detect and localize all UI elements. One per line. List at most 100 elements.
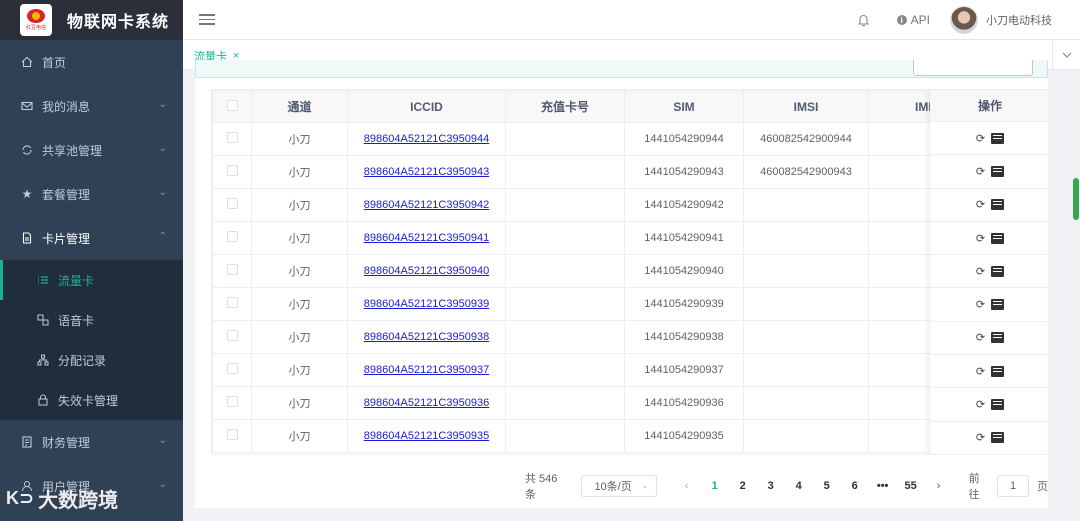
refresh-icon[interactable]: ⟳ — [976, 198, 985, 211]
column-header-actions: 操作 — [930, 90, 1048, 122]
cell-channel: 小刀 — [251, 221, 348, 255]
scrollbar-thumb[interactable] — [1073, 178, 1079, 220]
row-checkbox-cell[interactable] — [212, 122, 252, 156]
goto-suffix: 页 — [1037, 481, 1048, 493]
api-link[interactable]: i API — [896, 13, 930, 27]
sidebar-subitem-label: 流量卡 — [58, 273, 95, 288]
sidebar-subitem-allocation-records[interactable]: 分配记录 — [0, 340, 183, 380]
sim-card-icon[interactable] — [991, 199, 1005, 211]
page-number-button[interactable]: 4 — [785, 480, 813, 492]
sim-card-icon[interactable] — [991, 132, 1005, 144]
page-number-button[interactable]: 2 — [729, 480, 757, 492]
sidebar-item-finance[interactable]: 财务管理 ⌄ — [0, 420, 183, 464]
cell-channel: 小刀 — [251, 320, 348, 354]
sidebar-item-home[interactable]: 首页 — [0, 40, 183, 84]
cell-recharge-card — [505, 155, 625, 189]
bell-icon[interactable] — [849, 13, 879, 27]
sidebar-item-shared-pool[interactable]: 共享池管理 ⌄ — [0, 128, 183, 172]
hamburger-menu-icon[interactable] — [199, 14, 215, 25]
page-number-button[interactable]: 55 — [897, 480, 925, 492]
actions-cell: ⟳ — [930, 355, 1048, 389]
sidebar-subitem-voice-card[interactable]: 语音卡 — [0, 300, 183, 340]
sim-card-icon[interactable] — [991, 265, 1005, 277]
row-checkbox[interactable] — [226, 429, 238, 440]
row-checkbox[interactable] — [226, 264, 238, 275]
sim-card-icon[interactable] — [991, 299, 1005, 311]
page-number-button[interactable]: 1 — [701, 480, 729, 492]
iccid-link[interactable]: 898604A52121C3950944 — [364, 133, 489, 145]
sidebar-item-messages[interactable]: 我的消息 ⌄ — [0, 84, 183, 128]
row-checkbox[interactable] — [226, 396, 238, 407]
row-checkbox-cell[interactable] — [212, 419, 252, 453]
refresh-icon[interactable]: ⟳ — [976, 431, 985, 444]
iccid-link[interactable]: 898604A52121C3950936 — [364, 397, 489, 409]
sidebar-subitem-traffic-card[interactable]: 流量卡 — [0, 260, 183, 300]
sim-card-icon[interactable] — [991, 165, 1005, 177]
page-size-select[interactable]: 10条/页 ⌄ — [581, 475, 657, 497]
row-checkbox-cell[interactable] — [212, 155, 252, 189]
page-number-button[interactable]: 5 — [813, 480, 841, 492]
iccid-link[interactable]: 898604A52121C3950939 — [364, 298, 489, 310]
iccid-link[interactable]: 898604A52121C3950943 — [364, 166, 489, 178]
info-icon: i — [896, 15, 907, 25]
sidebar-subitem-invalid-cards[interactable]: 失效卡管理 — [0, 380, 183, 420]
sim-card-icon[interactable] — [991, 332, 1005, 344]
prev-page-button[interactable]: ‹ — [673, 480, 701, 492]
cell-iccid: 898604A52121C3950938 — [347, 320, 506, 354]
iccid-link[interactable]: 898604A52121C3950941 — [364, 232, 489, 244]
actions-cell: ⟳ — [930, 222, 1048, 256]
iccid-link[interactable]: 898604A52121C3950938 — [364, 331, 489, 343]
sim-card-icon[interactable] — [991, 365, 1005, 377]
cell-sim: 1441054290937 — [624, 353, 744, 387]
select-all-checkbox-cell[interactable] — [212, 90, 252, 123]
iccid-link[interactable]: 898604A52121C3950937 — [364, 364, 489, 376]
row-checkbox-cell[interactable] — [212, 353, 252, 387]
row-checkbox[interactable] — [226, 231, 238, 242]
row-checkbox-cell[interactable] — [212, 221, 252, 255]
refresh-icon[interactable]: ⟳ — [976, 298, 985, 311]
search-input[interactable] — [913, 60, 1033, 76]
page-number-button[interactable]: 6 — [841, 480, 869, 492]
row-checkbox[interactable] — [226, 132, 238, 143]
iccid-link[interactable]: 898604A52121C3950940 — [364, 265, 489, 277]
row-checkbox[interactable] — [226, 297, 238, 308]
sim-card-icon[interactable] — [991, 232, 1005, 244]
cell-channel: 小刀 — [251, 155, 348, 189]
sidebar-item-card-management[interactable]: 卡片管理 ⌃ — [0, 216, 183, 260]
watermark-text: 大数跨境 — [38, 490, 119, 512]
row-checkbox-cell[interactable] — [212, 386, 252, 420]
page-size-value: 10条/页 — [594, 481, 632, 493]
pagination: 共 546 条 10条/页 ⌄ ‹ 1 2 3 4 5 6 ••• 55 › 前往 1 页 — [525, 470, 1048, 502]
goto-prefix: 前往 — [968, 473, 980, 501]
row-checkbox-cell[interactable] — [212, 254, 252, 288]
row-checkbox[interactable] — [226, 165, 238, 176]
refresh-icon[interactable]: ⟳ — [976, 232, 985, 245]
row-checkbox[interactable] — [226, 198, 238, 209]
chevron-down-icon[interactable] — [1052, 40, 1080, 70]
username[interactable]: 小刀电动科技 — [986, 12, 1052, 28]
next-page-button[interactable]: › — [925, 480, 953, 492]
row-checkbox-cell[interactable] — [212, 287, 252, 321]
refresh-icon[interactable]: ⟳ — [976, 165, 985, 178]
refresh-icon[interactable]: ⟳ — [976, 398, 985, 411]
actions-cell: ⟳ — [930, 422, 1048, 454]
row-checkbox-cell[interactable] — [212, 320, 252, 354]
iccid-link[interactable]: 898604A52121C3950935 — [364, 430, 489, 442]
avatar[interactable] — [950, 6, 978, 34]
select-all-checkbox[interactable] — [226, 99, 238, 111]
home-icon — [20, 55, 34, 69]
goto-page-input[interactable]: 1 — [997, 475, 1029, 497]
page-number-button[interactable]: 3 — [757, 480, 785, 492]
iccid-link[interactable]: 898604A52121C3950942 — [364, 199, 489, 211]
row-checkbox[interactable] — [226, 330, 238, 341]
row-checkbox[interactable] — [226, 363, 238, 374]
row-checkbox-cell[interactable] — [212, 188, 252, 222]
sim-card-icon[interactable] — [991, 399, 1005, 411]
refresh-icon[interactable]: ⟳ — [976, 265, 985, 278]
page-ellipsis[interactable]: ••• — [869, 480, 897, 492]
refresh-icon[interactable]: ⟳ — [976, 331, 985, 344]
sim-card-icon[interactable] — [991, 432, 1005, 444]
sidebar-item-packages[interactable]: ★ 套餐管理 ⌄ — [0, 172, 183, 216]
refresh-icon[interactable]: ⟳ — [976, 132, 985, 145]
refresh-icon[interactable]: ⟳ — [976, 365, 985, 378]
